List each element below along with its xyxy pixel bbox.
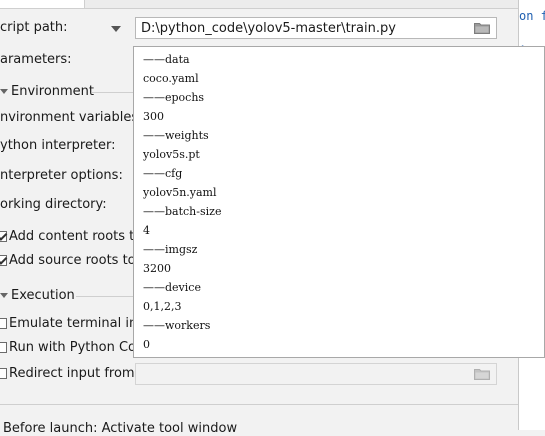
redirect-input-field	[135, 363, 497, 385]
interpreter-options-label: nterpreter options:	[0, 168, 123, 183]
parameter-line[interactable]: coco.yaml	[143, 72, 199, 85]
script-path-value: D:\python_code\yolov5-master\train.py	[141, 21, 396, 36]
before-launch-label: Before launch: Activate tool window	[3, 421, 238, 436]
script-path-label: cript path:	[0, 20, 68, 35]
parameter-line[interactable]: 4	[143, 224, 150, 237]
section-divider	[92, 92, 133, 93]
parameter-line[interactable]: yolov5s.pt	[143, 148, 200, 161]
folder-icon	[474, 369, 490, 380]
parameter-line[interactable]: 0	[143, 338, 150, 351]
env-vars-label: nvironment variables:	[0, 110, 143, 125]
emulate-terminal-checkbox[interactable]	[0, 318, 7, 329]
parameter-line[interactable]: ——batch-size	[143, 205, 221, 218]
section-divider	[0, 404, 518, 405]
add-content-roots-checkbox[interactable]	[0, 231, 7, 242]
parameter-line[interactable]: 300	[143, 110, 164, 123]
tab-configuration[interactable]	[0, 0, 85, 8]
parameter-line[interactable]: ——imgsz	[143, 243, 197, 256]
working-directory-label: orking directory:	[0, 197, 107, 212]
parameter-line[interactable]: ——data	[143, 53, 190, 66]
run-python-console-label[interactable]: Run with Python Cons	[9, 340, 151, 355]
parameter-line[interactable]: ——device	[143, 281, 201, 294]
add-content-roots-label[interactable]: Add content roots to	[9, 229, 142, 244]
chevron-down-icon[interactable]	[111, 26, 121, 32]
parameters-expanded-editor[interactable]: ——data coco.yaml ——epochs 300 ——weights …	[133, 46, 545, 358]
parameter-line[interactable]: ——weights	[143, 129, 209, 142]
parameter-line[interactable]: 3200	[143, 262, 171, 275]
parameters-label: arameters:	[0, 52, 72, 67]
environment-section-title[interactable]: Environment	[11, 84, 94, 99]
code-line: on f	[519, 9, 545, 23]
parameter-line[interactable]: 0,1,2,3	[143, 300, 181, 313]
run-python-console-checkbox[interactable]	[0, 342, 7, 353]
collapse-triangle-icon[interactable]	[0, 89, 8, 94]
collapse-triangle-icon[interactable]	[0, 293, 8, 298]
folder-icon[interactable]	[474, 22, 490, 34]
parameter-line[interactable]: yolov5n.yaml	[143, 186, 217, 199]
parameter-line[interactable]: ——workers	[143, 319, 210, 332]
parameter-line[interactable]: ——epochs	[143, 91, 204, 104]
add-source-roots-label[interactable]: Add source roots to P	[9, 253, 148, 268]
redirect-input-label[interactable]: Redirect input from:	[9, 366, 139, 381]
add-source-roots-checkbox[interactable]	[0, 255, 7, 266]
python-interpreter-label: ython interpreter:	[0, 138, 116, 153]
script-path-field[interactable]: D:\python_code\yolov5-master\train.py	[135, 17, 497, 39]
parameter-line[interactable]: ——cfg	[143, 167, 182, 180]
execution-section-title[interactable]: Execution	[11, 288, 75, 303]
tab-strip	[0, 0, 518, 9]
section-divider	[76, 296, 133, 297]
redirect-input-checkbox[interactable]	[0, 368, 7, 379]
